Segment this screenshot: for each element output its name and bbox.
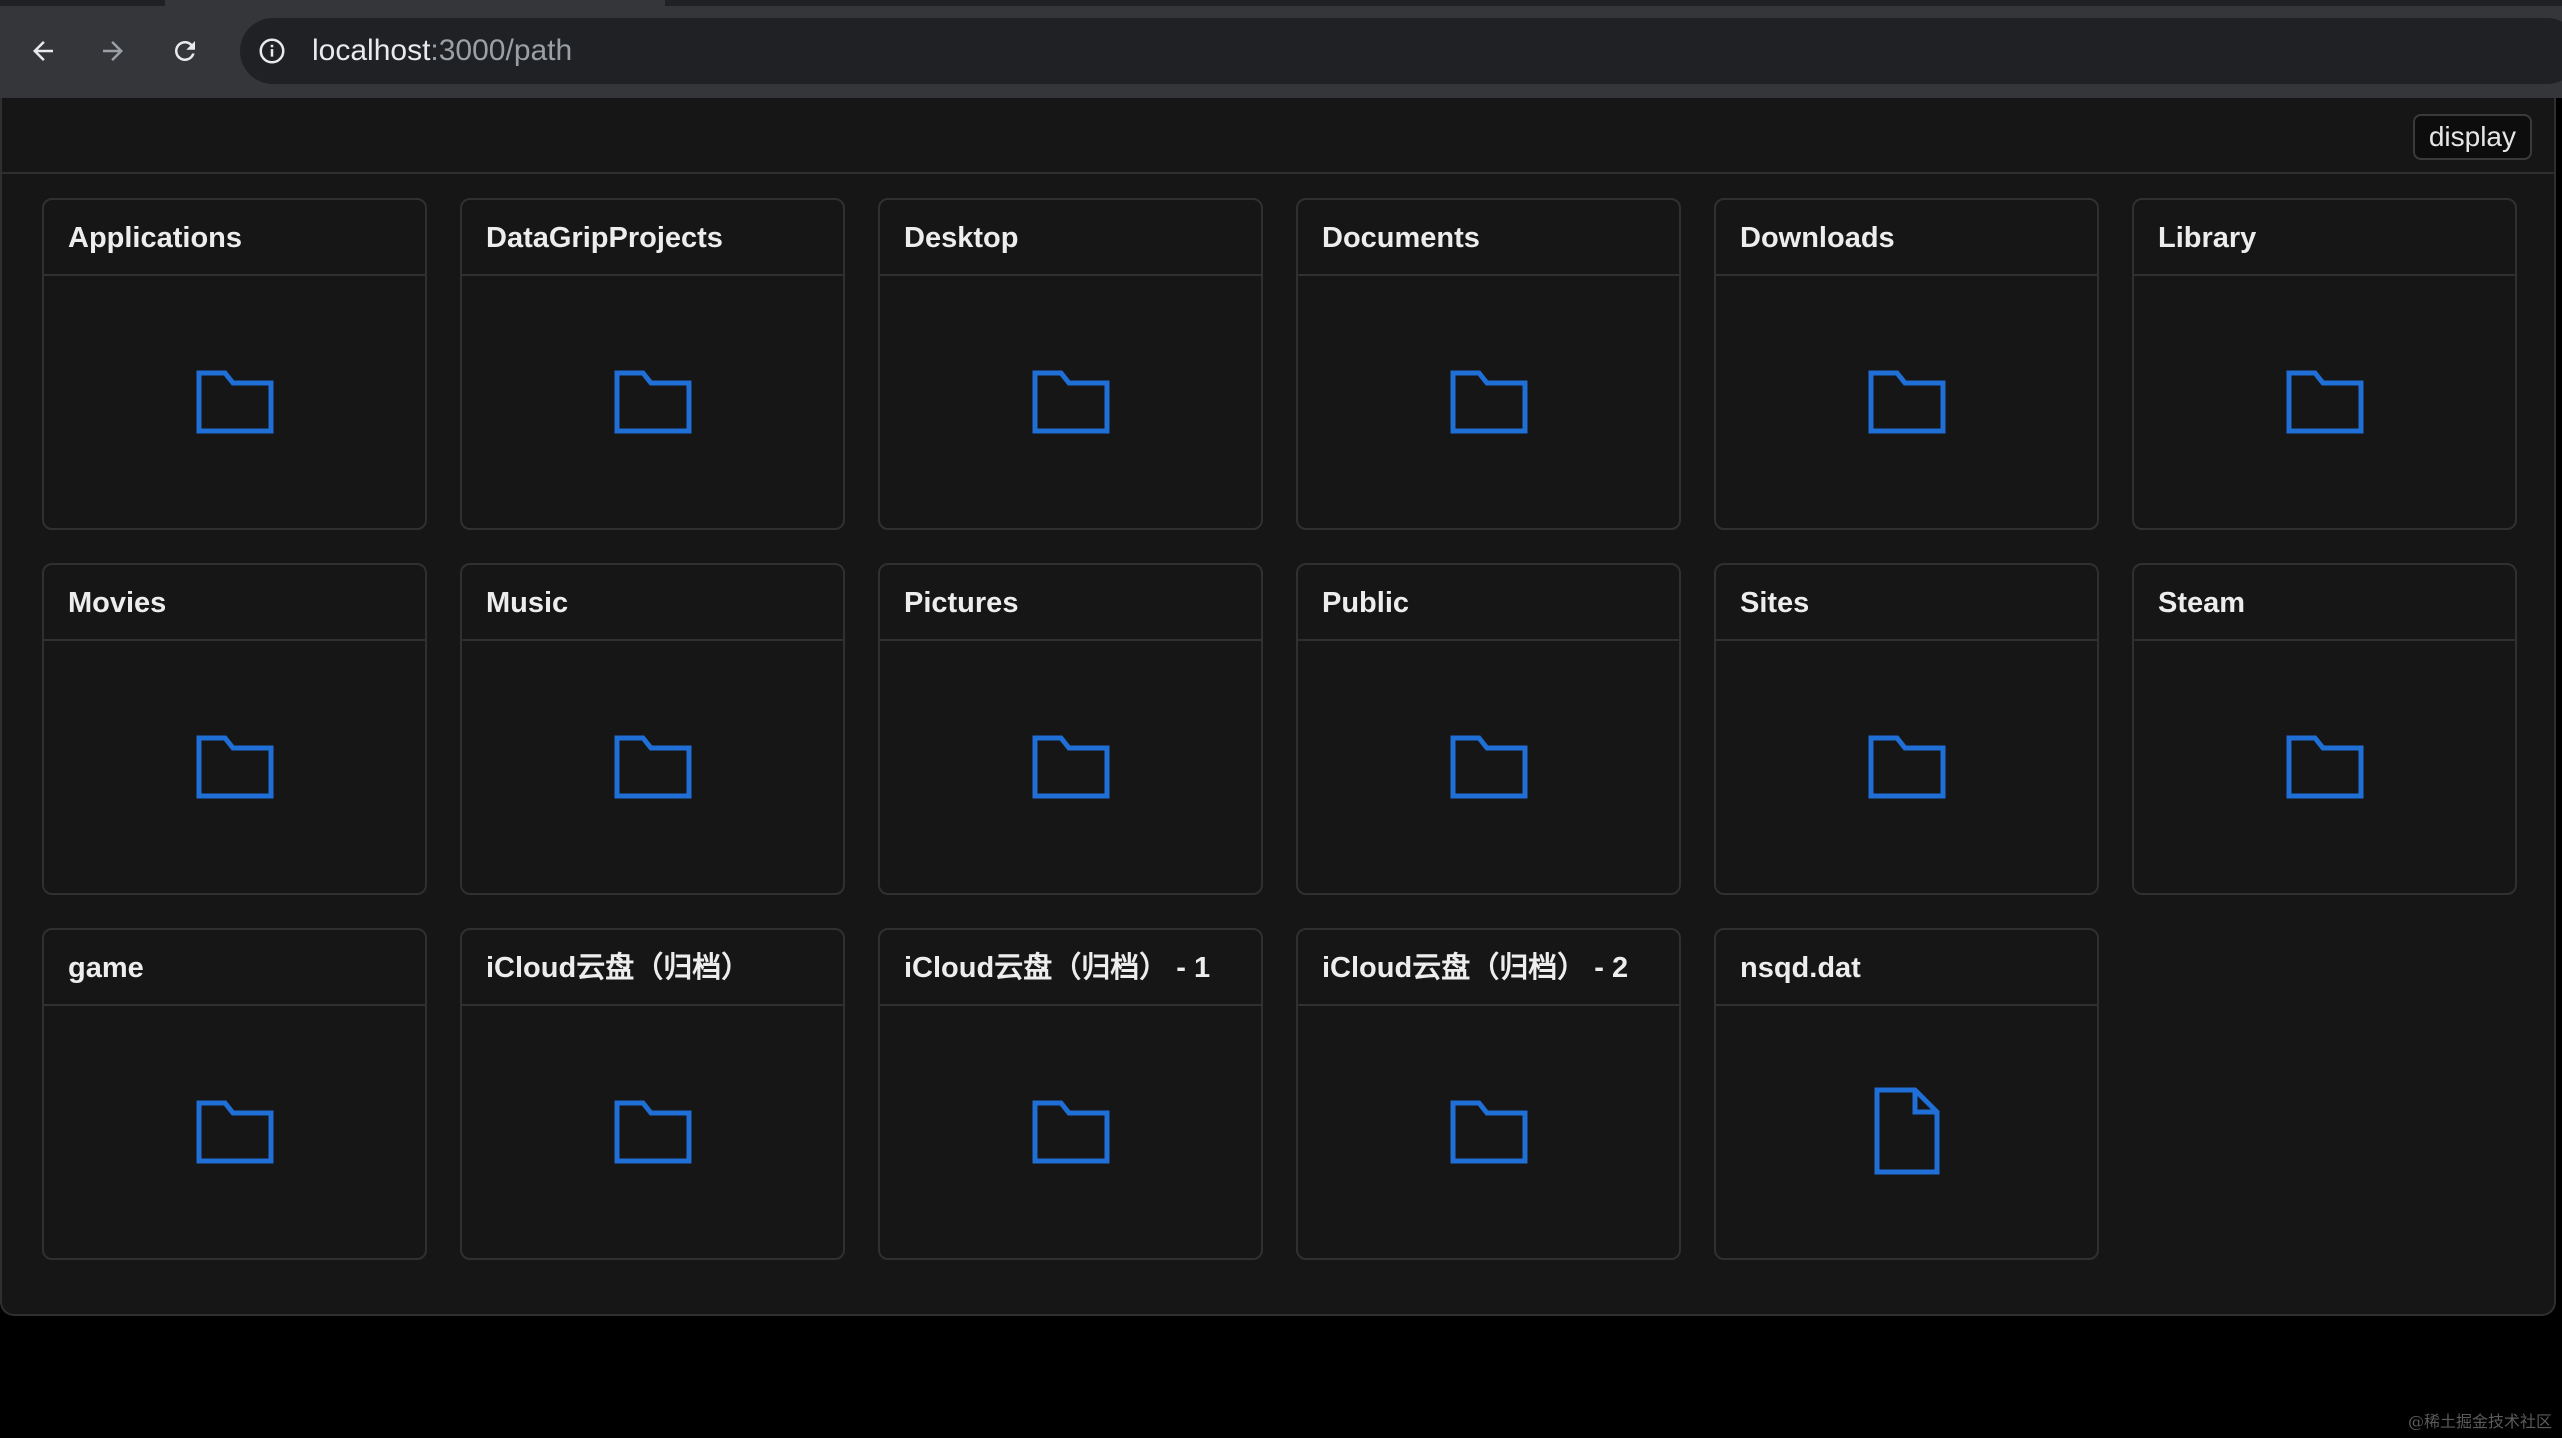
arrow-left-icon	[33, 41, 53, 61]
file-card-title: Steam	[2134, 565, 2515, 641]
file-card-title: DataGripProjects	[462, 200, 843, 276]
file-card[interactable]: Sites	[1714, 563, 2099, 895]
file-card-preview	[462, 641, 843, 893]
file-card-title: nsqd.dat	[1716, 930, 2097, 1006]
file-card-preview	[2134, 641, 2515, 893]
active-tab[interactable]	[165, 0, 665, 6]
file-card[interactable]: game	[42, 928, 427, 1260]
file-card[interactable]: Library	[2132, 198, 2517, 530]
file-card-preview	[462, 1006, 843, 1258]
browser-toolbar: localhost:3000/path	[0, 0, 2562, 98]
panel-toolbar: display	[2, 98, 2554, 174]
file-card-preview	[1716, 276, 2097, 528]
folder-icon	[1449, 1097, 1529, 1170]
file-card-preview	[1298, 1006, 1679, 1258]
file-card[interactable]: iCloud云盘（归档）	[460, 928, 845, 1260]
file-card-title: iCloud云盘（归档） - 1	[880, 930, 1261, 1006]
file-card-title: Public	[1298, 565, 1679, 641]
file-card-preview	[1716, 641, 2097, 893]
file-card-title: Pictures	[880, 565, 1261, 641]
file-card[interactable]: Public	[1296, 563, 1681, 895]
file-card[interactable]: Desktop	[878, 198, 1263, 530]
file-card-preview	[880, 1006, 1261, 1258]
file-card-preview	[44, 641, 425, 893]
folder-icon	[1449, 732, 1529, 805]
file-card-title: Documents	[1298, 200, 1679, 276]
url-text[interactable]: localhost:3000/path	[312, 18, 572, 84]
file-card-preview	[462, 276, 843, 528]
folder-icon	[1031, 732, 1111, 805]
back-button[interactable]	[18, 26, 68, 76]
file-card[interactable]: Applications	[42, 198, 427, 530]
file-card-title: Desktop	[880, 200, 1261, 276]
file-card[interactable]: iCloud云盘（归档） - 1	[878, 928, 1263, 1260]
url-host: localhost	[312, 34, 431, 67]
folder-icon	[1867, 732, 1947, 805]
file-grid: Applications DataGripProjects Desktop Docum…	[42, 198, 2518, 1260]
file-card-preview	[1298, 641, 1679, 893]
file-card-title: Downloads	[1716, 200, 2097, 276]
file-card-preview	[44, 1006, 425, 1258]
folder-icon	[1449, 367, 1529, 440]
file-browser-panel: display Applications DataGripProjects Desk…	[0, 98, 2556, 1316]
display-button[interactable]: display	[2412, 114, 2532, 160]
reload-icon	[175, 41, 195, 61]
folder-icon	[1867, 367, 1947, 440]
file-card[interactable]: DataGripProjects	[460, 198, 845, 530]
file-card-preview	[1298, 276, 1679, 528]
file-card-title: Sites	[1716, 565, 2097, 641]
page-viewport: display Applications DataGripProjects Desk…	[0, 98, 2562, 1438]
file-card[interactable]: iCloud云盘（归档） - 2	[1296, 928, 1681, 1260]
file-card-preview	[44, 276, 425, 528]
folder-icon	[2285, 367, 2365, 440]
folder-icon	[195, 367, 275, 440]
file-card[interactable]: Documents	[1296, 198, 1681, 530]
folder-icon	[1031, 367, 1111, 440]
url-path: :3000/path	[430, 34, 573, 67]
file-card[interactable]: Movies	[42, 563, 427, 895]
folder-icon	[613, 367, 693, 440]
file-card-preview	[880, 641, 1261, 893]
site-info-icon[interactable]	[254, 33, 290, 69]
file-card[interactable]: Steam	[2132, 563, 2517, 895]
watermark: @稀土掘金技术社区	[2407, 1412, 2552, 1431]
forward-button[interactable]	[88, 26, 138, 76]
file-card[interactable]: Downloads	[1714, 198, 2099, 530]
file-card-preview	[2134, 276, 2515, 528]
file-card[interactable]: nsqd.dat	[1714, 928, 2099, 1260]
file-card-title: game	[44, 930, 425, 1006]
folder-icon	[613, 732, 693, 805]
reload-button[interactable]	[160, 26, 210, 76]
file-card-title: Music	[462, 565, 843, 641]
folder-icon	[195, 1097, 275, 1170]
folder-icon	[613, 1097, 693, 1170]
arrow-right-icon	[103, 41, 123, 61]
folder-icon	[195, 732, 275, 805]
folder-icon	[2285, 732, 2365, 805]
file-card-title: Applications	[44, 200, 425, 276]
file-card-preview	[880, 276, 1261, 528]
file-icon	[1871, 1086, 1943, 1181]
file-card-title: Library	[2134, 200, 2515, 276]
file-card-preview	[1716, 1006, 2097, 1258]
folder-icon	[1031, 1097, 1111, 1170]
file-card-title: Movies	[44, 565, 425, 641]
file-card[interactable]: Music	[460, 563, 845, 895]
file-card-title: iCloud云盘（归档）	[462, 930, 843, 1006]
file-card[interactable]: Pictures	[878, 563, 1263, 895]
file-card-title: iCloud云盘（归档） - 2	[1298, 930, 1679, 1006]
address-bar[interactable]: localhost:3000/path	[240, 18, 2562, 84]
